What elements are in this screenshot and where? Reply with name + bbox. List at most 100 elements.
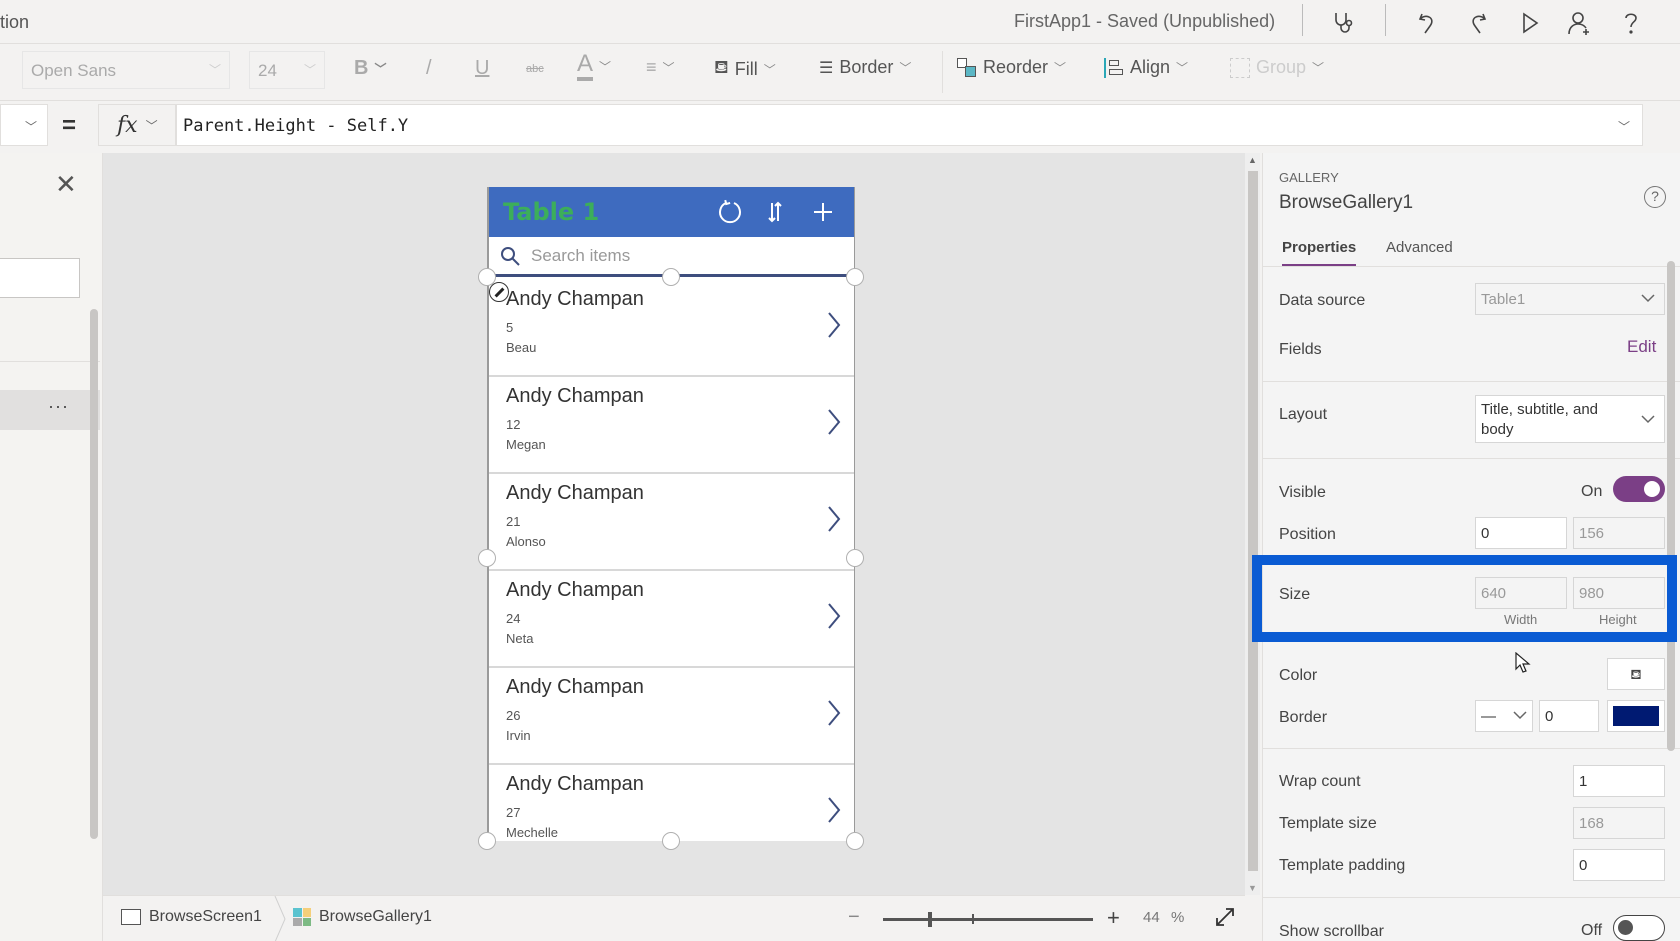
preview-button[interactable] — [1513, 6, 1547, 40]
zoom-in-button[interactable]: + — [1107, 905, 1120, 931]
resize-handle-right[interactable] — [846, 549, 864, 567]
expand-formula-icon[interactable]: ﹀ — [1618, 118, 1630, 135]
menu-partial-label[interactable]: tion — [0, 12, 29, 33]
app-checker-button[interactable] — [1326, 6, 1360, 40]
item-title: Andy Champan — [506, 482, 644, 504]
resize-handle-bottom-right[interactable] — [846, 832, 864, 850]
fit-to-window-button[interactable] — [1213, 905, 1237, 929]
border-color-picker[interactable] — [1607, 700, 1665, 732]
text-align-button[interactable]: ≡ ﹀ — [646, 57, 675, 78]
help-button[interactable] — [1614, 6, 1648, 40]
width-caption: Width — [1504, 612, 1538, 627]
resize-handle-top[interactable] — [662, 268, 680, 286]
share-button[interactable] — [1562, 6, 1596, 40]
breadcrumb-screen[interactable]: BrowseScreen1 — [121, 908, 262, 926]
chevron-right-icon[interactable] — [826, 504, 842, 534]
formula-input[interactable]: Parent.Height - Self.Y ﹀ — [176, 104, 1643, 146]
gallery-item[interactable]: Andy Champan 24 Neta — [489, 571, 854, 668]
scroll-down-icon[interactable]: ▼ — [1248, 883, 1257, 893]
tab-advanced[interactable]: Advanced — [1386, 239, 1453, 256]
gallery-item[interactable]: Andy Champan 26 Irvin — [489, 668, 854, 765]
scrollbar-thumb[interactable] — [1248, 171, 1258, 871]
underline-button[interactable]: U — [475, 57, 489, 80]
visible-toggle[interactable] — [1613, 476, 1665, 502]
redo-button[interactable] — [1461, 6, 1495, 40]
gallery-item[interactable]: Andy Champan 27 Mechelle — [489, 765, 854, 841]
wrap-count-input[interactable]: 1 — [1573, 765, 1665, 797]
edit-template-icon[interactable] — [489, 282, 509, 302]
data-source-dropdown[interactable]: Table1 — [1475, 283, 1665, 315]
gallery-item[interactable]: Andy Champan 5 Beau — [489, 280, 854, 377]
show-scrollbar-toggle[interactable] — [1613, 915, 1665, 941]
zoom-slider[interactable] — [883, 912, 1093, 927]
resize-handle-bottom[interactable] — [662, 832, 680, 850]
edit-fields-link[interactable]: Edit — [1627, 337, 1656, 357]
position-y-input[interactable]: 156 — [1573, 517, 1665, 549]
breadcrumb-gallery[interactable]: BrowseGallery1 — [293, 908, 432, 926]
mouse-cursor-icon — [1515, 652, 1531, 673]
align-button[interactable]: Align ﹀ — [1104, 57, 1188, 78]
tab-properties[interactable]: Properties — [1282, 239, 1357, 267]
chevron-right-icon[interactable] — [826, 795, 842, 825]
chevron-down-icon: ﹀ — [145, 118, 158, 133]
font-color-button[interactable]: A ﹀ — [577, 51, 611, 81]
chevron-right-icon[interactable] — [826, 601, 842, 631]
template-padding-input[interactable]: 0 — [1573, 849, 1665, 881]
close-icon[interactable]: ✕ — [55, 169, 77, 200]
fill-button[interactable]: ⛾ Fill ﹀ — [714, 57, 776, 81]
zoom-slider-thumb[interactable] — [928, 912, 932, 927]
chevron-right-icon[interactable] — [826, 698, 842, 728]
font-size-value: 24 — [258, 61, 277, 80]
chevron-down-icon: ﹀ — [1176, 61, 1189, 75]
gallery-item[interactable]: Andy Champan 21 Alonso — [489, 474, 854, 571]
border-thickness-input[interactable]: 0 — [1539, 700, 1599, 732]
help-icon[interactable]: ? — [1644, 186, 1666, 208]
sort-button[interactable] — [760, 197, 790, 227]
position-x-input[interactable]: 0 — [1475, 517, 1567, 549]
resize-handle-bottom-left[interactable] — [478, 832, 496, 850]
font-size-dropdown[interactable]: 24 ﹀ — [249, 51, 325, 89]
strikethrough-button[interactable]: abc — [526, 63, 544, 75]
template-padding-value: 0 — [1579, 857, 1588, 874]
tree-search-input[interactable] — [0, 258, 80, 298]
more-options-icon[interactable]: ··· — [48, 396, 69, 417]
app-header: Table 1 — [489, 187, 854, 237]
property-dropdown[interactable]: ﹀ — [0, 104, 48, 146]
fill-label: Fill — [734, 58, 758, 79]
layout-dropdown[interactable]: Title, subtitle, and body — [1475, 395, 1665, 443]
app-header-title[interactable]: Table 1 — [503, 198, 599, 226]
divider — [0, 361, 100, 362]
bold-button[interactable]: B ﹀ — [354, 57, 386, 80]
chevron-down-icon: ﹀ — [599, 59, 612, 74]
reorder-button[interactable]: Reorder ﹀ — [957, 57, 1066, 78]
align-icon — [1104, 57, 1124, 78]
resize-handle-top-right[interactable] — [846, 268, 864, 286]
properties-scrollbar[interactable] — [1667, 261, 1675, 751]
refresh-button[interactable] — [715, 197, 745, 227]
border-button[interactable]: ☰ Border ﹀ — [819, 57, 911, 78]
resize-handle-left[interactable] — [478, 549, 496, 567]
position-y-value: 156 — [1579, 525, 1605, 542]
size-width-value: 640 — [1481, 585, 1507, 602]
function-button[interactable]: fx ﹀ — [98, 104, 176, 146]
chevron-right-icon[interactable] — [826, 310, 842, 340]
gallery-item[interactable]: Andy Champan 12 Megan — [489, 377, 854, 474]
italic-button[interactable]: / — [426, 57, 432, 80]
font-family-dropdown[interactable]: Open Sans ﹀ — [22, 51, 230, 89]
size-height-input[interactable]: 980 — [1573, 577, 1665, 609]
canvas-scrollbar[interactable]: ▲ ▼ — [1245, 153, 1260, 895]
tree-scrollbar[interactable] — [90, 309, 98, 839]
scroll-up-icon[interactable]: ▲ — [1248, 155, 1257, 165]
undo-button[interactable] — [1410, 6, 1444, 40]
color-picker-button[interactable]: ⛾ — [1607, 658, 1665, 690]
chevron-right-icon[interactable] — [826, 407, 842, 437]
zoom-out-button[interactable]: − — [848, 906, 860, 929]
border-style-dropdown[interactable]: — — [1475, 700, 1533, 732]
help-icon — [1625, 13, 1637, 34]
add-item-button[interactable] — [808, 197, 838, 227]
group-button[interactable]: Group ﹀ — [1230, 57, 1324, 78]
template-size-input[interactable]: 168 — [1573, 807, 1665, 839]
size-width-input[interactable]: 640 — [1475, 577, 1567, 609]
tree-item-selected[interactable]: ··· — [0, 390, 100, 430]
visible-label: Visible — [1279, 484, 1326, 501]
